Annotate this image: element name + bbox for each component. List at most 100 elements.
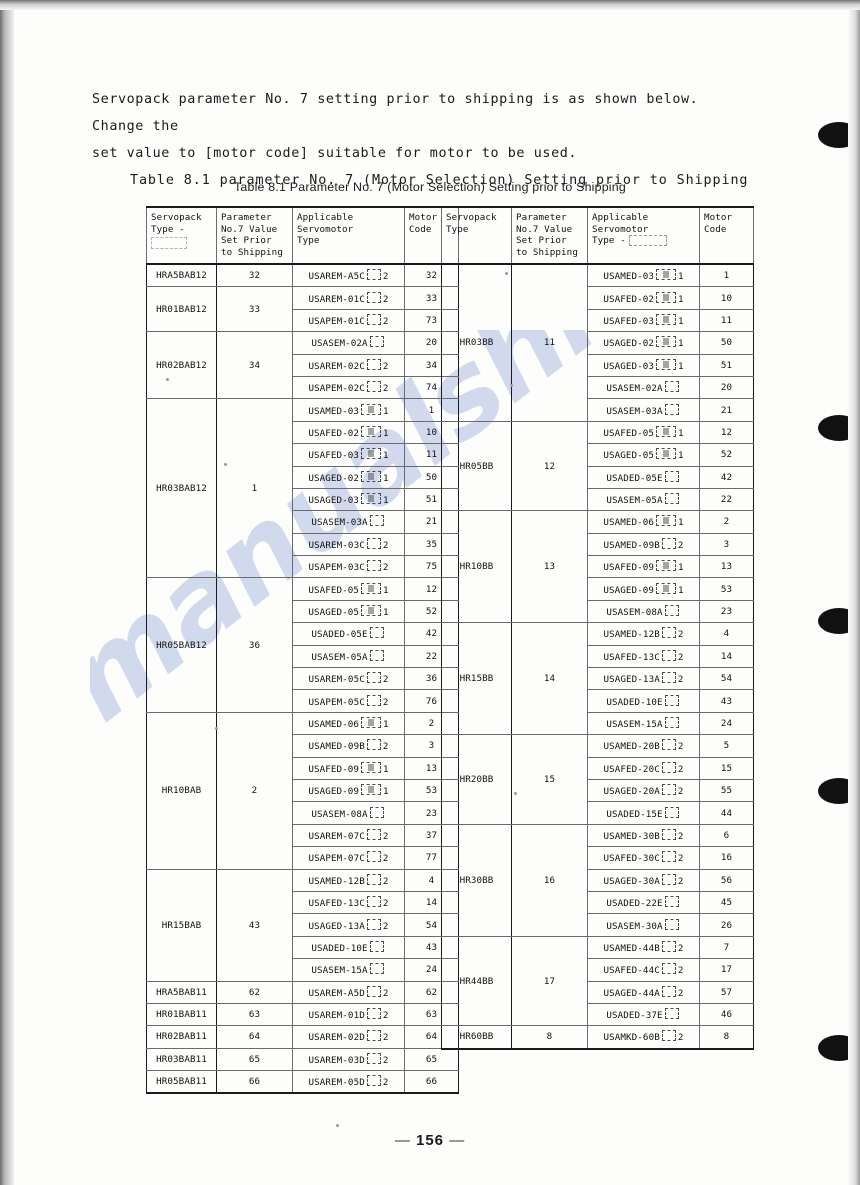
servomotor-type-text: USAFED-02	[308, 427, 360, 439]
placeholder-box-icon	[361, 605, 382, 617]
servomotor-type-text: USAPEM-01C	[308, 315, 365, 327]
cell-motor-code: 10	[699, 286, 754, 310]
servomotor-type-text: USAGED-13A	[603, 674, 660, 686]
placeholder-box-icon	[366, 694, 381, 706]
param-line-2: No.7 Value	[221, 223, 278, 235]
placeholder-box-icon	[661, 1030, 676, 1042]
servomotor-type-suffix: 2	[677, 539, 684, 551]
motor-code-line-1: Motor	[704, 212, 733, 223]
scan-speck	[510, 384, 513, 387]
placeholder-box-icon	[366, 873, 381, 885]
table-header-row: Servopack Type - Parameter No.7 Value Se…	[146, 206, 459, 265]
servomotor-type-text: USAMED-03	[308, 405, 360, 417]
applicable-line-2: Servomotor	[297, 223, 354, 235]
servomotor-type-suffix: 2	[677, 651, 684, 663]
servomotor-type-suffix: 2	[677, 965, 684, 977]
servomotor-type-text: USADED-05E	[311, 629, 368, 641]
servomotor-type-text: USADED-10E	[311, 942, 368, 954]
motor-selection-table-left: Servopack Type - Parameter No.7 Value Se…	[146, 206, 459, 1095]
table-row: HR03BAB12 1 USAMED-03 1 1	[146, 398, 459, 579]
servomotor-type-text: USAREM-03C	[308, 539, 365, 551]
cell-motor-code: 55	[699, 778, 754, 803]
cell-servopack-type: HR10BAB	[146, 711, 217, 870]
cell-applicable-servomotor-type: USAFED-03 1	[587, 308, 700, 333]
servomotor-type-text: USASEM-02A	[311, 338, 368, 350]
servomotor-type-text: USAMED-06	[603, 517, 655, 529]
placeholder-box-icon	[661, 672, 676, 684]
cell-parameter-value: 2	[216, 711, 293, 870]
servomotor-type-text: USASEM-15A	[606, 719, 663, 730]
cell-motor-code: 24	[699, 711, 754, 736]
cell-parameter-value: 13	[511, 510, 588, 624]
servomotor-type-text: USAREM-01C	[308, 293, 365, 305]
table-header-row: Servopack Type Parameter No.7 Value Set …	[441, 206, 754, 265]
servomotor-type-text: USAFED-05	[308, 584, 360, 596]
cell-parameter-value: 43	[216, 868, 293, 982]
cell-motor-code: 23	[699, 599, 754, 624]
servomotor-type-text: USAMED-44B	[603, 942, 660, 954]
placeholder-box-icon	[369, 336, 384, 348]
table-row: HR15BAB 43 USAMED-12B 2 4	[146, 868, 459, 982]
placeholder-box-icon	[366, 851, 381, 863]
servomotor-type-suffix: 2	[382, 315, 389, 327]
col-header-applicable-servomotor-type: Applicable Servomotor Type	[292, 206, 405, 265]
servomotor-type-text: USAGED-05	[308, 607, 360, 619]
cell-servopack-type: HR01BAB12	[146, 286, 217, 333]
applicable-line-1: Applicable	[592, 212, 649, 223]
page-dash-left: —	[394, 1132, 411, 1149]
servomotor-type-text: USADED-15E	[606, 808, 663, 820]
cell-applicable-servomotor-type: USAFED-09 1	[292, 756, 405, 780]
cell-applicable-servomotor-type: USASEM-03A	[587, 398, 700, 422]
servomotor-type-text: USAGED-02	[308, 472, 360, 484]
placeholder-box-icon	[661, 940, 676, 952]
cell-applicable-servomotor-type: USAREM-01C 2	[292, 286, 405, 310]
cell-parameter-value: 12	[511, 420, 588, 512]
cell-parameter-value: 32	[216, 263, 293, 288]
servomotor-type-text: USAMED-20B	[603, 741, 660, 753]
table-row: HR03BAB11 65 USAREM-03D 2 65	[146, 1047, 459, 1072]
servomotor-type-text: USASEM-30A	[606, 920, 663, 932]
cell-applicable-servomotor-type: USADED-37E	[587, 1002, 700, 1027]
page-number: — 156 —	[0, 1132, 860, 1149]
servomotor-type-suffix: 1	[383, 427, 389, 439]
servomotor-type-suffix: 2	[677, 987, 684, 999]
servomotor-type-text: USAGED-44A	[603, 987, 660, 999]
placeholder-box-icon	[664, 403, 679, 415]
cell-applicable-servomotor-type: USAFED-03 1	[292, 443, 405, 467]
page-dash-right: —	[449, 1132, 466, 1149]
cell-applicable-servomotor-type: USAGED-05 1	[587, 443, 700, 467]
cell-applicable-servomotor-type: USASEM-08A	[292, 801, 405, 825]
cell-applicable-servomotor-type: USAMKD-60B 2	[587, 1025, 700, 1050]
param-line-4: to Shipping	[221, 246, 283, 258]
servomotor-type-suffix: 1	[383, 786, 389, 798]
table-head: Servopack Type - Parameter No.7 Value Se…	[146, 206, 459, 265]
cell-parameter-value: 63	[216, 1002, 293, 1027]
placeholder-box-icon	[369, 806, 384, 818]
cell-applicable-servomotor-type: USAFED-13C 2	[587, 644, 700, 669]
servomotor-type-text: USAFED-03	[308, 450, 360, 462]
cell-applicable-servomotor-type: USADED-05E	[292, 622, 405, 646]
servomotor-type-text: USASEM-08A	[606, 607, 663, 619]
cell-motor-code: 21	[699, 398, 754, 422]
servomotor-type-text: USASEM-02A	[606, 383, 663, 395]
cell-motor-code: 3	[699, 532, 754, 557]
servomotor-type-text: USADED-05E	[606, 472, 663, 484]
cell-applicable-servomotor-type: USADED-10E	[292, 935, 405, 960]
table-row: HRA5BAB12 32 USAREM-A5C 2 32	[146, 263, 459, 288]
placeholder-box-icon	[151, 237, 187, 249]
servomotor-type-suffix: 2	[382, 1077, 389, 1089]
cell-parameter-value: 64	[216, 1025, 293, 1049]
cell-applicable-servomotor-type: USAGED-13A 2	[292, 913, 405, 937]
placeholder-box-icon	[366, 560, 381, 572]
placeholder-box-icon	[661, 963, 676, 975]
servomotor-type-text: USAPEM-03C	[308, 562, 365, 574]
servomotor-type-text: USAREM-05D	[308, 1077, 365, 1089]
cell-applicable-servomotor-type: USAMED-09B 2	[292, 734, 405, 758]
cell-applicable-servomotor-type: USAMED-12B 2	[587, 622, 700, 646]
servomotor-type-text: USAGED-13A	[308, 920, 365, 932]
placeholder-box-icon	[656, 448, 677, 460]
cell-applicable-servomotor-type: USAPEM-02C 2	[292, 375, 405, 400]
cell-applicable-servomotor-type: USAFED-44C 2	[587, 958, 700, 982]
scanned-page: manualshive.com Servopack parameter No. …	[0, 0, 860, 1185]
placeholder-box-icon	[656, 560, 677, 572]
